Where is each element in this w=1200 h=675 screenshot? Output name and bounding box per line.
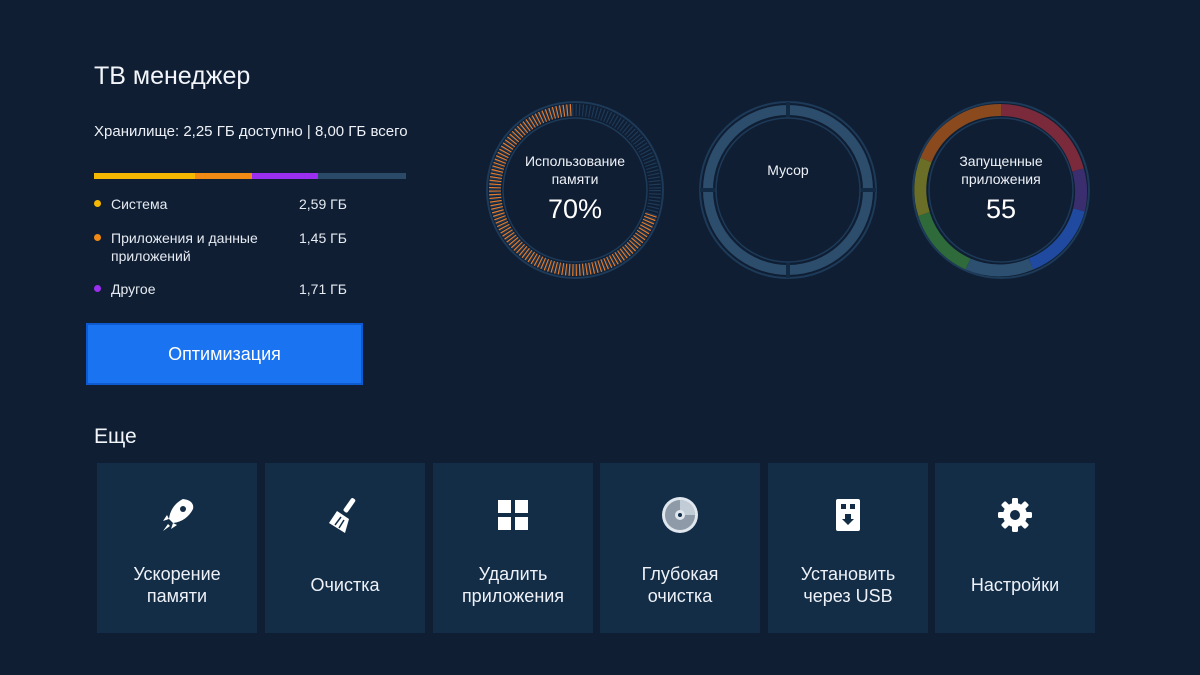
running-apps-gauge[interactable]: Запущенные приложения 55 xyxy=(906,94,1096,288)
legend-label: Система xyxy=(111,196,168,212)
junk-gauge[interactable]: Мусор xyxy=(693,94,883,288)
disc-icon xyxy=(662,497,698,533)
legend-label: Другое xyxy=(111,281,156,297)
legend-value: 1,71 ГБ xyxy=(299,281,347,297)
tile-uninstall-apps[interactable]: Удалить приложения xyxy=(433,463,593,633)
tile-deep-clean[interactable]: Глубокая очистка xyxy=(600,463,760,633)
page-title: ТВ менеджер xyxy=(94,62,251,90)
storage-bar-segment-apps xyxy=(195,173,252,179)
tile-label: Удалить приложения xyxy=(461,564,565,606)
usb-install-icon xyxy=(836,499,860,531)
memory-usage-label: Использование памяти xyxy=(524,153,626,187)
storage-bar-segment-system xyxy=(94,173,195,179)
apps-grid-icon xyxy=(498,500,528,530)
more-section-title: Еще xyxy=(94,425,137,448)
tile-cleanup[interactable]: Очистка xyxy=(265,463,425,633)
tile-label: Настройки xyxy=(970,575,1060,595)
tv-manager-screen: ТВ менеджер Хранилище: 2,25 ГБ доступно … xyxy=(0,0,1200,675)
legend-dot xyxy=(94,234,101,241)
legend-value: 2,59 ГБ xyxy=(299,196,347,212)
gear-icon xyxy=(998,498,1032,532)
legend-dot xyxy=(94,285,101,292)
tile-usb-install[interactable]: Установить через USB xyxy=(768,463,928,633)
legend-dot xyxy=(94,200,101,207)
storage-bar-segment-other xyxy=(251,173,319,179)
tile-label: Установить через USB xyxy=(800,564,896,606)
legend-value: 1,45 ГБ xyxy=(299,230,347,246)
tile-label: Глубокая очистка xyxy=(641,564,719,606)
tile-label: Очистка xyxy=(310,575,380,595)
storage-usage-bar xyxy=(94,173,406,179)
running-apps-label: Запущенные приложения xyxy=(959,153,1043,187)
tools-grid: Ускорение памяти Очистка Удалить приложе… xyxy=(97,463,1097,633)
legend-label: Приложения и данные приложений xyxy=(111,230,258,264)
rocket-icon xyxy=(163,499,194,531)
broom-icon xyxy=(329,498,356,533)
running-apps-value: 55 xyxy=(985,194,1017,224)
tile-memory-boost[interactable]: Ускорение памяти xyxy=(97,463,257,633)
tile-settings[interactable]: Настройки xyxy=(935,463,1095,633)
memory-usage-value: 70% xyxy=(547,194,603,224)
memory-usage-gauge[interactable]: Использование памяти 70% xyxy=(480,94,670,288)
gauges-row: Использование памяти 70% Мусор Запущенны… xyxy=(480,94,1100,288)
junk-label: Мусор xyxy=(767,162,809,178)
tile-label: Ускорение памяти xyxy=(133,564,221,606)
optimize-button[interactable]: Оптимизация xyxy=(86,323,363,385)
storage-summary: Хранилище: 2,25 ГБ доступно | 8,00 ГБ вс… xyxy=(94,123,408,140)
junk-ring xyxy=(699,101,877,279)
